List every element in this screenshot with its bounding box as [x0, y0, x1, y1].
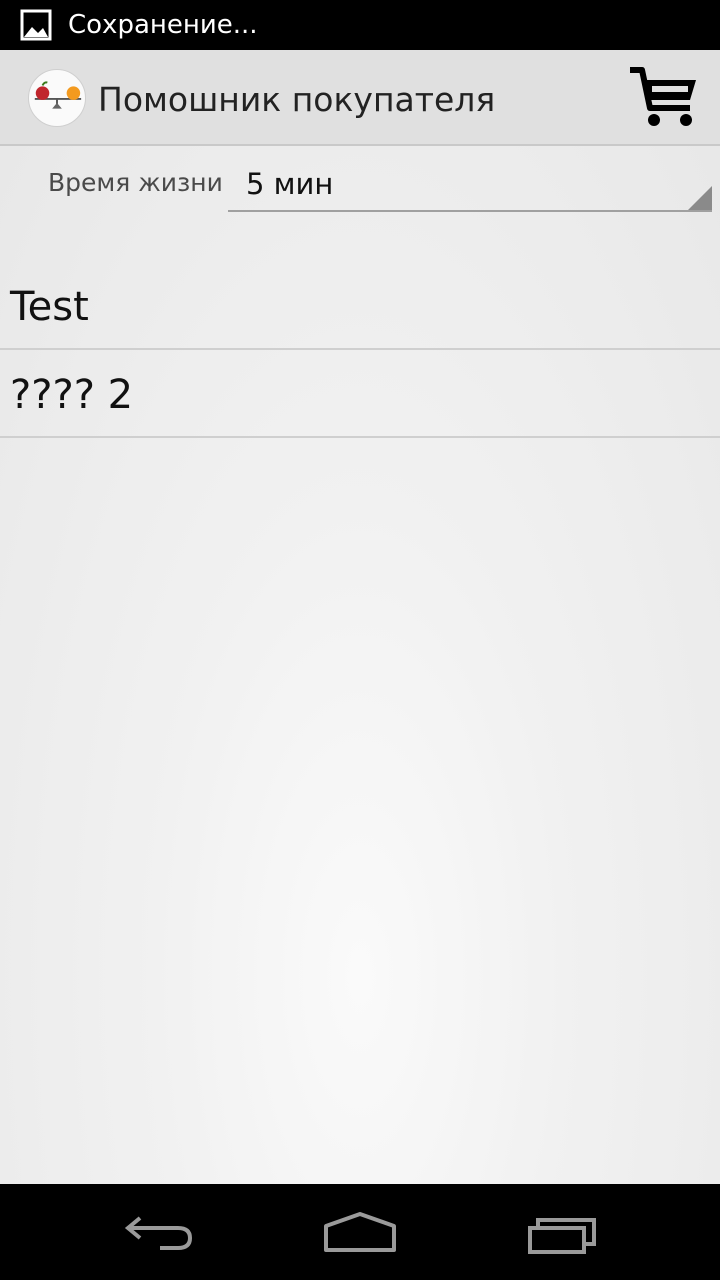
ttl-spinner[interactable]: 5 мин: [228, 156, 712, 212]
action-bar: Помошник покупателя: [0, 50, 720, 146]
cart-button[interactable]: [626, 62, 702, 134]
screen: Сохранение... Помошник покупателя Время …: [0, 0, 720, 1280]
content-area: Время жизни 5 мин Test ???? 2: [0, 146, 720, 1184]
ttl-spinner-value: 5 мин: [246, 167, 334, 201]
app-title: Помошник покупателя: [98, 80, 496, 119]
status-bar: Сохранение...: [0, 0, 720, 50]
home-icon[interactable]: [320, 1202, 400, 1262]
navigation-bar: [0, 1184, 720, 1280]
ttl-label: Время жизни: [48, 168, 223, 197]
back-icon[interactable]: [120, 1202, 200, 1262]
item-list: Test ???? 2: [0, 262, 720, 438]
dropdown-arrow-icon: [688, 186, 712, 210]
image-icon: [20, 9, 52, 41]
scales-with-fruit-icon: [34, 81, 82, 109]
list-item-label: Test: [10, 284, 89, 330]
recent-apps-icon[interactable]: [522, 1202, 602, 1262]
app-logo-icon[interactable]: [28, 69, 86, 127]
list-item-label: ???? 2: [10, 372, 134, 418]
list-item[interactable]: ???? 2: [0, 350, 720, 438]
status-text: Сохранение...: [68, 10, 258, 40]
shopping-cart-icon: [630, 67, 696, 126]
list-item[interactable]: Test: [0, 262, 720, 350]
